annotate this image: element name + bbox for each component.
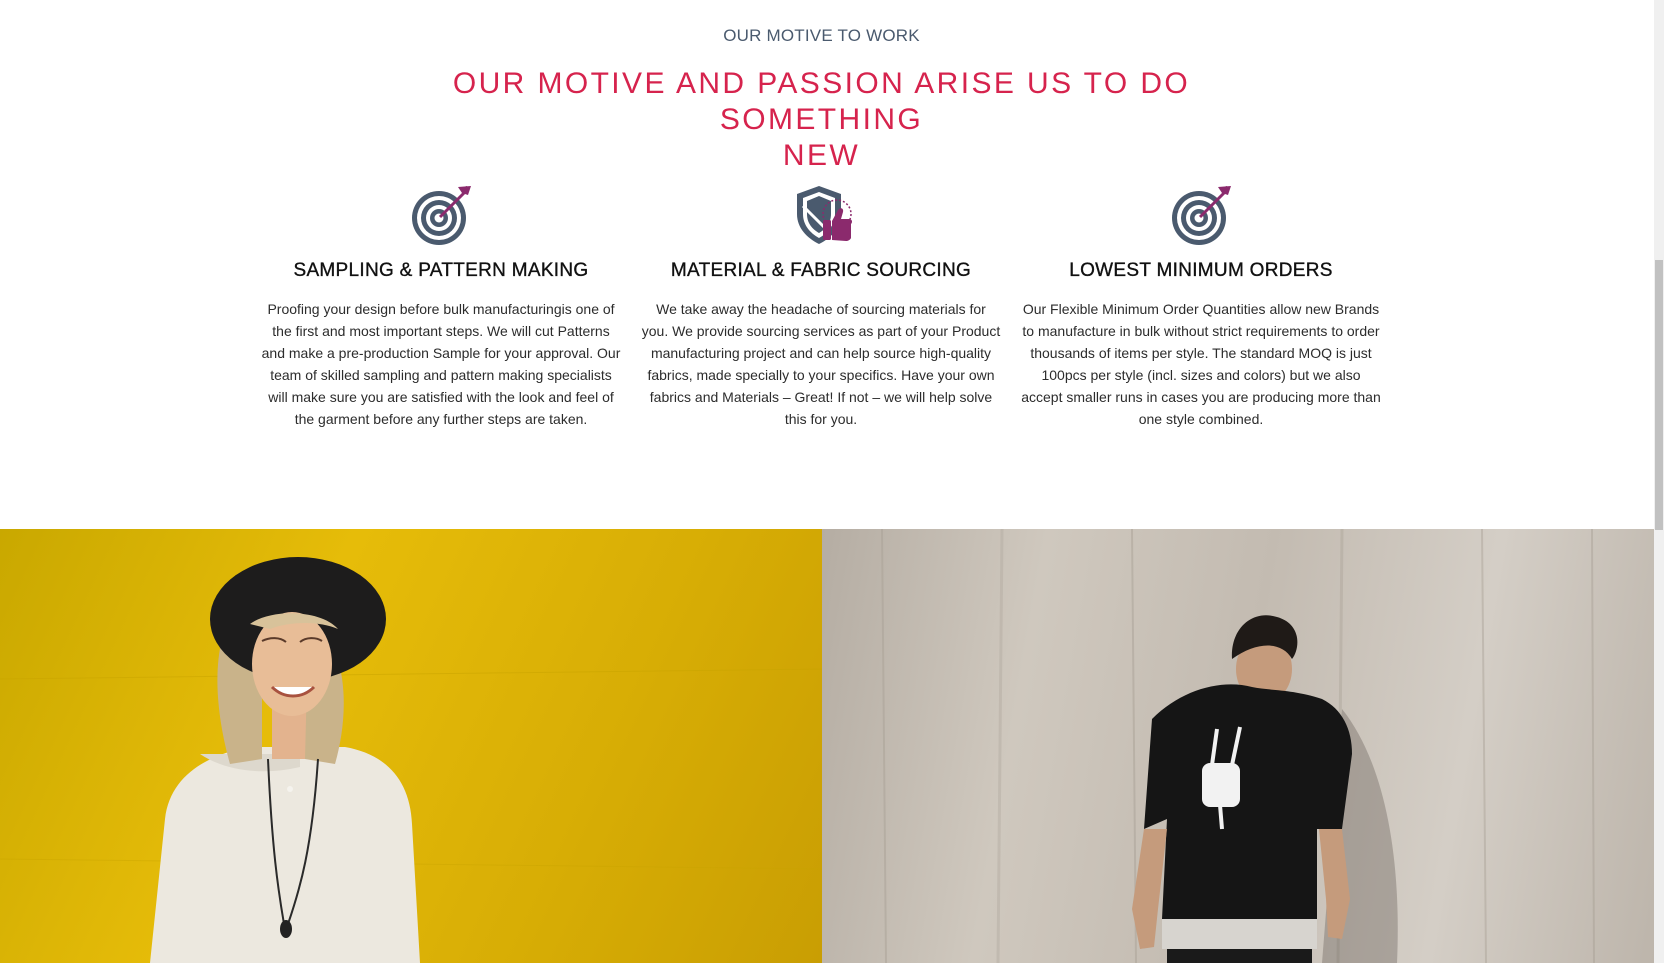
feature-sourcing: MATERIAL & FABRIC SOURCING We take away … [641, 184, 1001, 430]
feature-minimum-orders: LOWEST MINIMUM ORDERS Our Flexible Minim… [1021, 184, 1381, 430]
headline-line-1: OUR MOTIVE AND PASSION ARISE US TO DO SO… [452, 67, 1191, 136]
feature-sampling: SAMPLING & PATTERN MAKING Proofing your … [261, 184, 621, 430]
feature-title: SAMPLING & PATTERN MAKING [293, 260, 589, 281]
section-eyebrow: OUR MOTIVE TO WORK [723, 26, 920, 45]
feature-description: Proofing your design before bulk manufac… [261, 301, 621, 427]
page-scrollbar[interactable] [1654, 0, 1664, 963]
page: OUR MOTIVE TO WORK OUR MOTIVE AND PASSIO… [0, 0, 1664, 963]
feature-title: MATERIAL & FABRIC SOURCING [670, 260, 972, 281]
feature-description: We take away the headache of sourcing ma… [641, 301, 1001, 427]
woman-illustration [0, 557, 822, 963]
target-icon [412, 186, 471, 245]
feature-description: Our Flexible Minimum Order Quantities al… [1021, 301, 1381, 427]
photo-woman-yellow [0, 529, 822, 963]
section-headline: OUR MOTIVE AND PASSION ARISE US TO DO SO… [380, 66, 1263, 174]
man-illustration [881, 529, 1595, 963]
headline-line-2: NEW [782, 139, 861, 172]
photo-man-concrete [822, 529, 1654, 963]
feature-title: LOWEST MINIMUM ORDERS [1069, 260, 1333, 281]
motive-section: OUR MOTIVE TO WORK OUR MOTIVE AND PASSIO… [0, 0, 1654, 963]
scrollbar-thumb[interactable] [1655, 260, 1663, 530]
target-icon [1172, 186, 1231, 245]
shield-thumbs-up-icon [797, 186, 853, 244]
